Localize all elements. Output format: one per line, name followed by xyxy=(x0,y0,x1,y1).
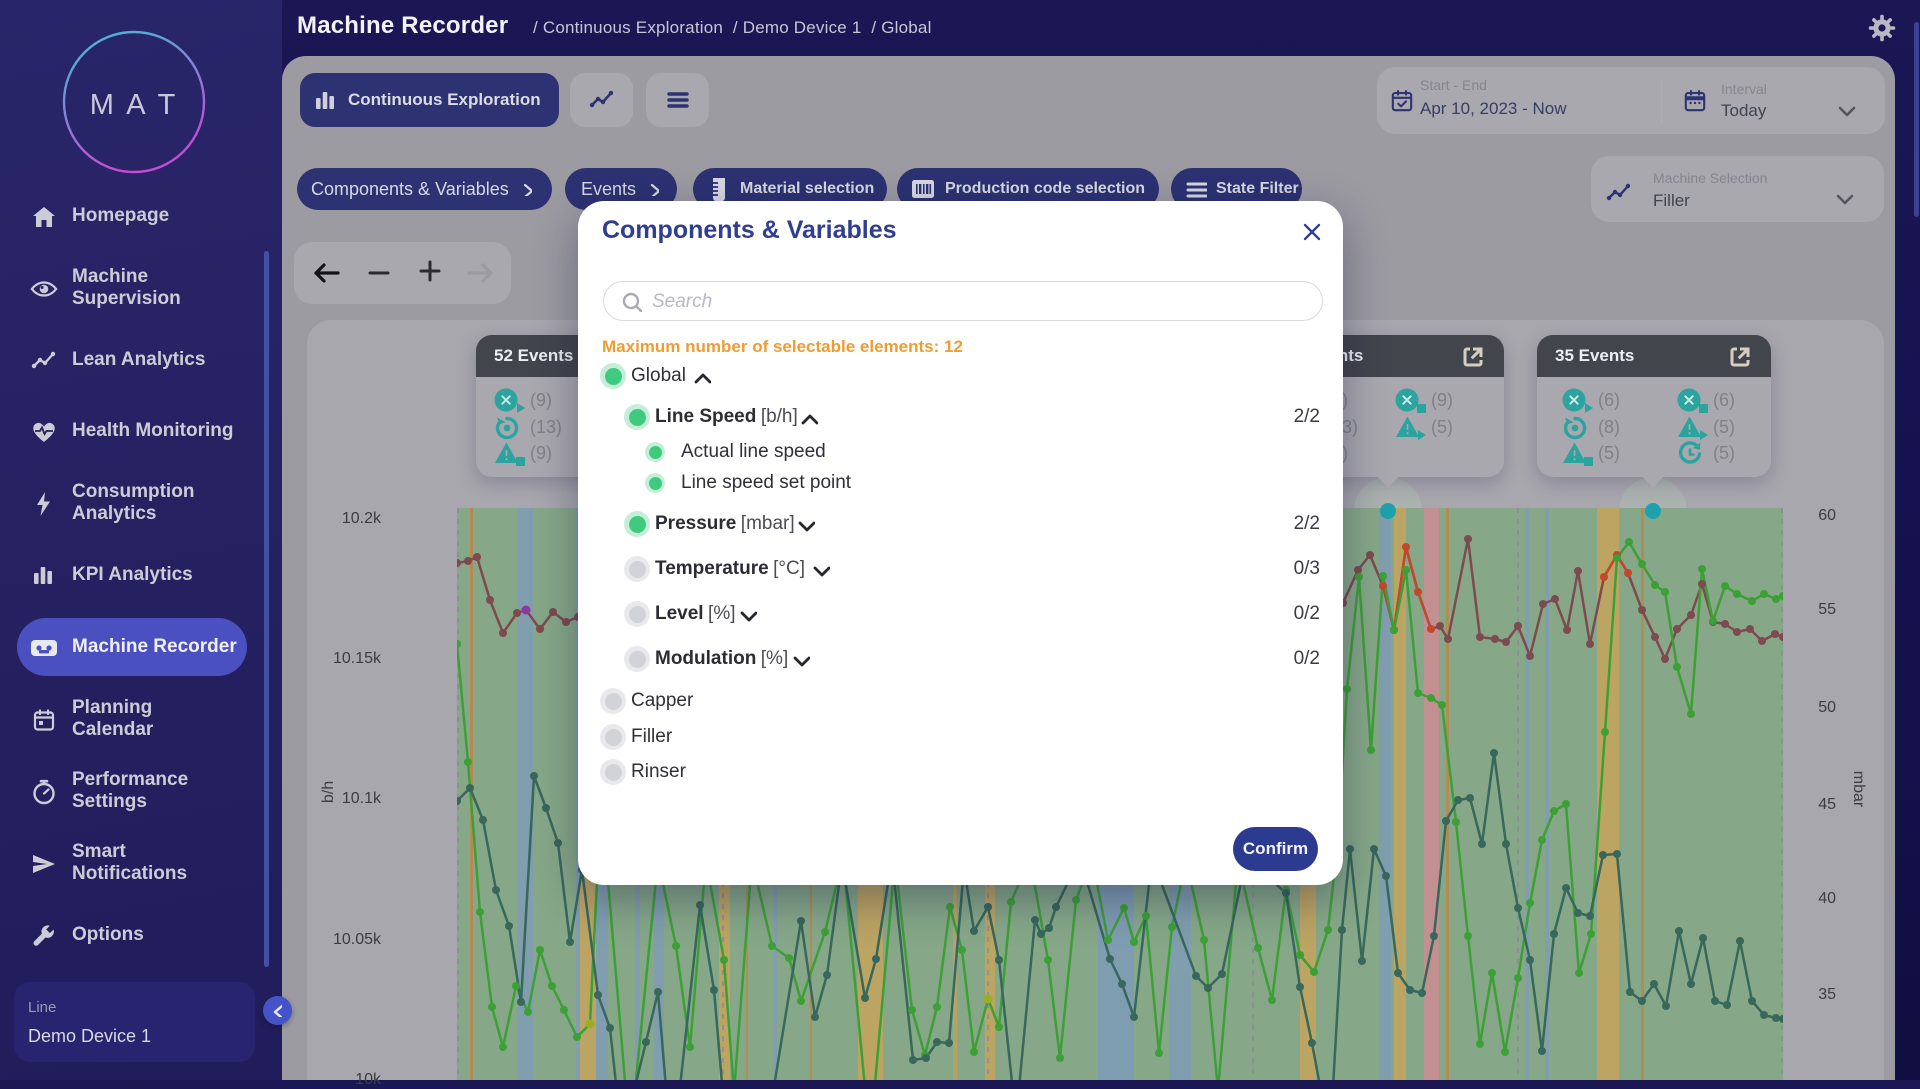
svg-text:M A T: M A T xyxy=(90,89,179,121)
